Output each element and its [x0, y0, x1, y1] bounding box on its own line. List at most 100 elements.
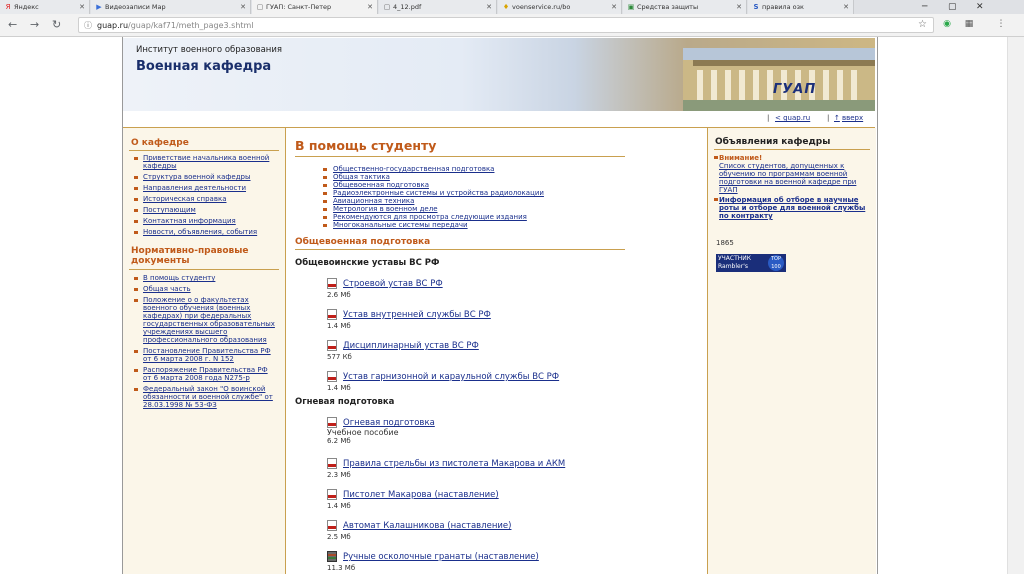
document-link[interactable]: Автомат Калашникова (наставление)	[343, 521, 511, 531]
topic-link[interactable]: Авиационная техника	[322, 197, 544, 205]
announcements-heading: Объявления кафедры	[715, 137, 831, 147]
document-link[interactable]: Огневая подготовка	[343, 418, 435, 428]
sidebar-item-general[interactable]: Общая часть	[133, 285, 278, 293]
group-title: Огневая подготовка	[295, 397, 395, 407]
tab-pdf[interactable]: ▢ 4_12.pdf ✕	[379, 0, 497, 14]
document-link[interactable]: Пистолет Макарова (наставление)	[343, 490, 499, 500]
browser-tab-strip: Я Яндекс ✕ ▶ Видеозаписи Мар ✕ ▢ ГУАП: С…	[0, 0, 1024, 14]
menu-icon[interactable]: ⋮	[994, 17, 1008, 31]
scrollbar[interactable]	[1007, 37, 1024, 574]
bullet	[714, 198, 718, 201]
topic-link[interactable]: Рекомендуются для просмотра следующие из…	[322, 213, 544, 221]
file-size: 11.3 Мб	[327, 564, 356, 572]
url-path: /guap/kaf71/meth_page3.shtml	[128, 21, 254, 30]
tab-guap[interactable]: ▢ ГУАП: Санкт-Петер ✕	[252, 0, 378, 14]
sidebar-item-news[interactable]: Новости, объявления, события	[133, 228, 278, 236]
sidebar-item-regulation[interactable]: Положение о о факультетах военного обуче…	[133, 296, 278, 344]
separator: |	[827, 114, 830, 122]
pdf-icon	[327, 371, 337, 382]
sidebar-item-directions[interactable]: Направления деятельности	[133, 184, 278, 192]
bookmark-star-icon[interactable]: ☆	[918, 18, 927, 32]
document-link[interactable]: Ручные осколочные гранаты (наставление)	[343, 552, 539, 562]
site-icon: ▣	[627, 3, 635, 11]
students-list-link[interactable]: Список студентов, допущенных к обучению …	[719, 162, 871, 194]
extension-icon[interactable]: ▦	[962, 17, 976, 31]
yandex-icon: Я	[5, 3, 11, 11]
close-icon[interactable]: ✕	[843, 0, 849, 14]
sidebar-item-federal-law[interactable]: Федеральный закон "О воинской обязанност…	[133, 385, 278, 409]
pdf-icon	[327, 340, 337, 351]
topic-link[interactable]: Радиоэлектронные системы и устройства ра…	[322, 189, 544, 197]
site-banner: Институт военного образования Военная ка…	[123, 38, 875, 111]
tab-protection[interactable]: ▣ Средства защиты ✕	[623, 0, 747, 14]
pdf-icon	[327, 520, 337, 531]
file-size: 2.3 Мб	[327, 471, 351, 479]
page-title: В помощь студенту	[295, 138, 437, 153]
attention-label: Внимание!	[719, 154, 763, 162]
close-icon[interactable]: ✕	[240, 0, 246, 14]
visit-counter: 1865	[716, 239, 734, 247]
topic-link[interactable]: Многоканальные системы передачи	[322, 221, 544, 229]
close-icon[interactable]: ✕	[367, 0, 373, 14]
file-size: 6.2 Мб	[327, 437, 351, 445]
url-host: guap.ru	[97, 21, 129, 30]
close-icon[interactable]: ✕	[79, 0, 85, 14]
file-size: 577 Кб	[327, 353, 352, 361]
forward-icon[interactable]: →	[30, 18, 39, 32]
sidebar-item-decree-152[interactable]: Постановление Правительства РФ от 6 март…	[133, 347, 278, 363]
site-title: Военная кафедра	[136, 59, 272, 74]
divider	[295, 156, 625, 157]
rambler-top100-badge[interactable]: УЧАСТНИК Rambler's TOP 100	[716, 254, 786, 272]
info-icon[interactable]: ⓘ	[84, 20, 92, 31]
pdf-icon	[327, 458, 337, 469]
topic-link[interactable]: Общевоенная подготовка	[322, 181, 544, 189]
document-link[interactable]: Устав гарнизонной и караульной службы ВС…	[343, 372, 559, 382]
close-icon[interactable]: ✕	[736, 0, 742, 14]
sidebar-item-structure[interactable]: Структура военной кафедры	[133, 173, 278, 181]
guap-home-link[interactable]: < guap.ru	[775, 114, 810, 122]
window-close-icon[interactable]: ✕	[976, 1, 984, 13]
selection-info-link[interactable]: Информация об отборе в научные роты и от…	[719, 196, 871, 220]
tab-yandex[interactable]: Я Яндекс ✕	[0, 0, 90, 14]
site-icon: ♦	[502, 3, 510, 11]
site-icon: S	[753, 3, 759, 11]
reload-icon[interactable]: ↻	[52, 18, 61, 32]
maximize-icon[interactable]: ▢	[948, 1, 957, 13]
file-size: 2.5 Мб	[327, 533, 351, 541]
separator: |	[767, 114, 770, 122]
extension-icon[interactable]: ◉	[940, 17, 954, 31]
document-note: Учебное пособие	[327, 428, 399, 437]
divider	[129, 269, 279, 270]
address-bar[interactable]: ⓘ guap.ru/guap/kaf71/meth_page3.shtml ☆	[78, 17, 934, 33]
up-arrow-icon[interactable]: ↑	[834, 114, 840, 122]
about-nav: Приветствие начальника военной кафедры С…	[133, 154, 278, 239]
sidebar-item-history[interactable]: Историческая справка	[133, 195, 278, 203]
browser-toolbar: ← → ↻ ⓘ guap.ru/guap/kaf71/meth_page3.sh…	[0, 14, 1024, 37]
close-icon[interactable]: ✕	[486, 0, 492, 14]
sidebar-item-order-275[interactable]: Распоряжение Правительства РФ от 6 марта…	[133, 366, 278, 382]
topic-link[interactable]: Общая тактика	[322, 173, 544, 181]
file-size: 1.4 Мб	[327, 502, 351, 510]
document-link[interactable]: Строевой устав ВС РФ	[343, 279, 443, 289]
tab-label: Яндекс	[14, 3, 39, 11]
minimize-icon[interactable]: ─	[922, 1, 927, 13]
group-title: Общевоинские уставы ВС РФ	[295, 258, 440, 268]
tab-ozk[interactable]: S правила озк ✕	[748, 0, 854, 14]
sidebar-item-applicants[interactable]: Поступающим	[133, 206, 278, 214]
sidebar-item-student-help[interactable]: В помощь студенту	[133, 274, 278, 282]
tab-videos[interactable]: ▶ Видеозаписи Мар ✕	[91, 0, 251, 14]
topic-link[interactable]: Метрология в военном деле	[322, 205, 544, 213]
back-icon[interactable]: ←	[8, 18, 17, 32]
up-link[interactable]: вверх	[842, 114, 863, 122]
video-icon: ▶	[96, 3, 102, 11]
tab-voenservice[interactable]: ♦ voenservice.ru/bo ✕	[498, 0, 622, 14]
document-link[interactable]: Правила стрельбы из пистолета Макарова и…	[343, 459, 565, 469]
sidebar-item-greeting[interactable]: Приветствие начальника военной кафедры	[133, 154, 278, 170]
close-icon[interactable]: ✕	[611, 0, 617, 14]
document-link[interactable]: Дисциплинарный устав ВС РФ	[343, 341, 479, 351]
left-sidebar: О кафедре Приветствие начальника военной…	[123, 128, 286, 574]
file-size: 1.4 Мб	[327, 322, 351, 330]
document-link[interactable]: Устав внутренней службы ВС РФ	[343, 310, 491, 320]
sidebar-item-contacts[interactable]: Контактная информация	[133, 217, 278, 225]
topic-link[interactable]: Общественно-государственная подготовка	[322, 165, 544, 173]
